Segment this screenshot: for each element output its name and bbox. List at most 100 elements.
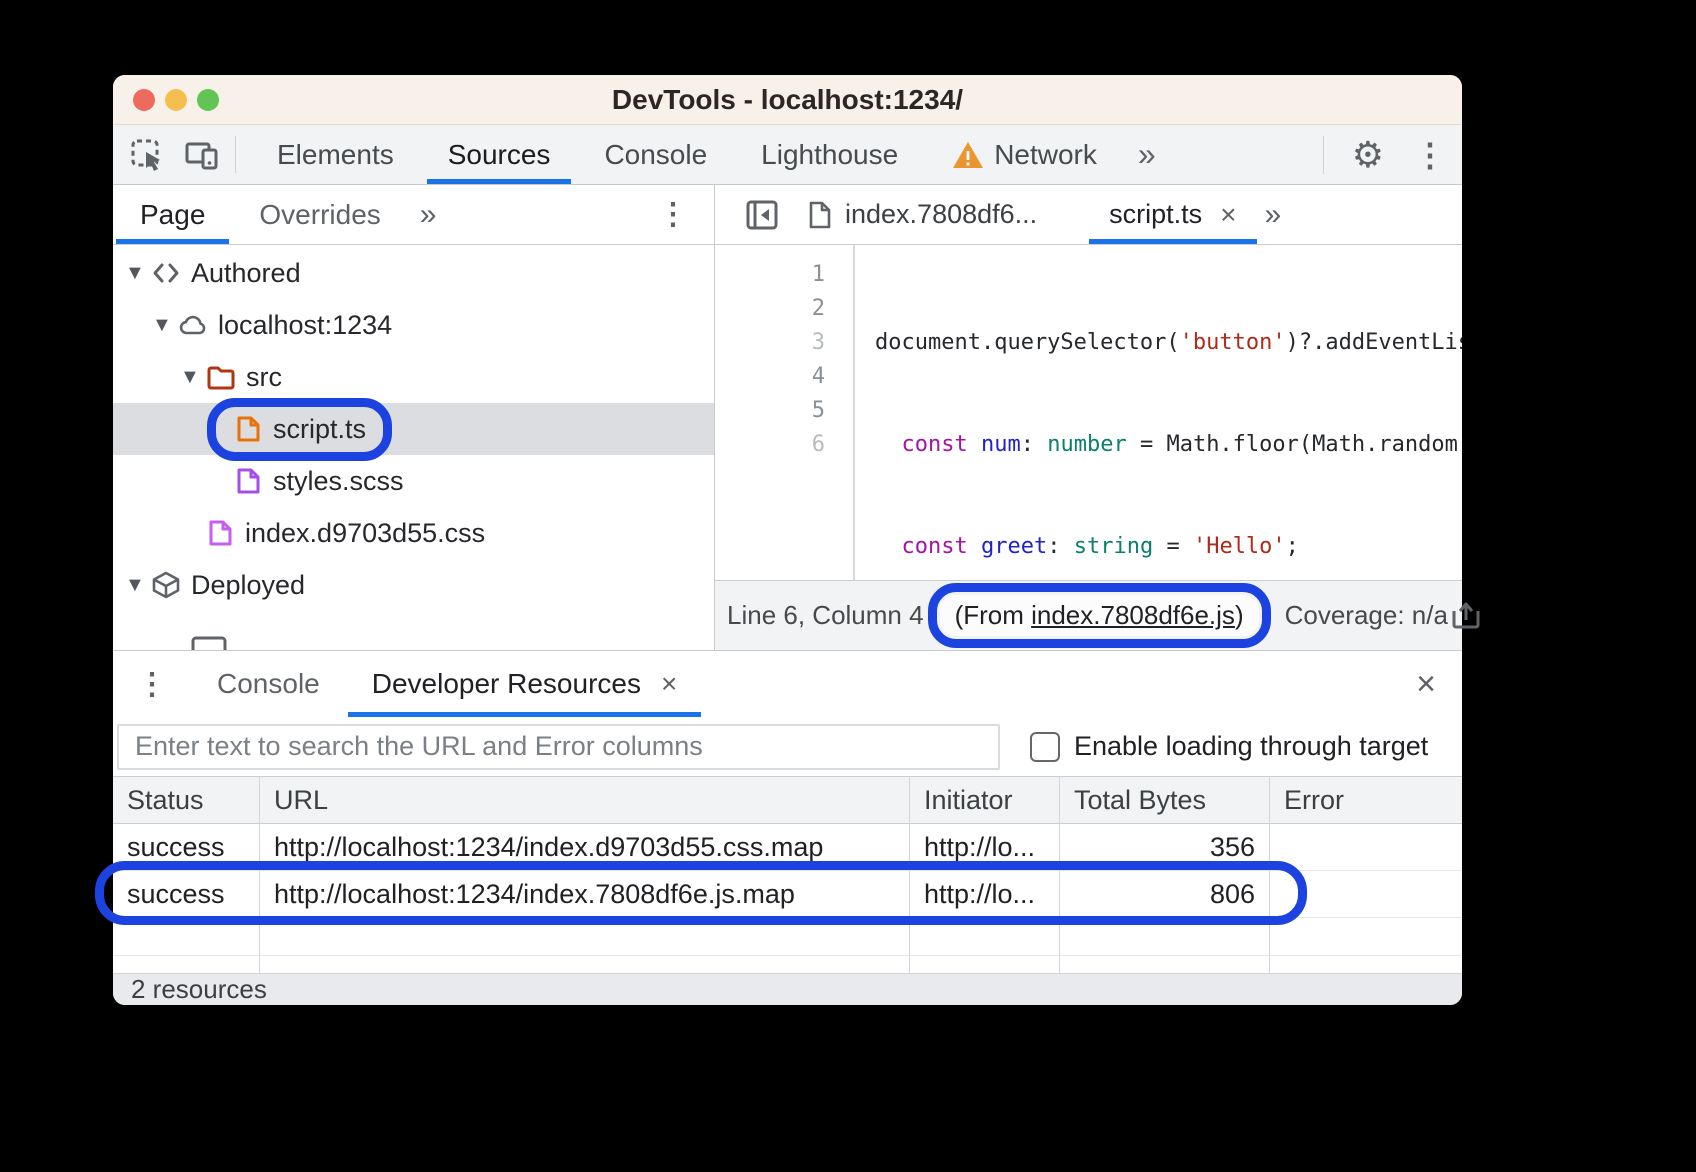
table-cell-total-bytes[interactable]: 356 bbox=[1060, 824, 1270, 871]
line-number[interactable]: 2 bbox=[715, 292, 853, 326]
tree-item-partial bbox=[113, 625, 714, 650]
line-number[interactable]: 3 bbox=[715, 326, 853, 360]
table-filler-cell bbox=[113, 956, 260, 973]
table-cell-error[interactable] bbox=[1270, 871, 1462, 918]
table-cell-url[interactable]: http://localhost:1234/index.7808df6e.js.… bbox=[260, 871, 910, 918]
more-navigator-tabs-button[interactable]: » bbox=[408, 185, 449, 244]
table-cell-url[interactable]: http://localhost:1234/index.d9703d55.css… bbox=[260, 824, 910, 871]
tree-item-label: Deployed bbox=[191, 570, 305, 601]
navigator-tabbar: Page Overrides » ⋮ bbox=[113, 185, 714, 245]
main-menu-kebab-icon[interactable]: ⋮ bbox=[1398, 136, 1462, 174]
code-editor[interactable]: 1 2 3 4 5 6 document.querySelector('butt… bbox=[715, 245, 1462, 580]
tree-item-localhost[interactable]: ▼ localhost:1234 bbox=[113, 299, 714, 351]
tab-page[interactable]: Page bbox=[113, 185, 232, 244]
table-filler-cell bbox=[1270, 956, 1462, 973]
collapse-sidebar-icon[interactable] bbox=[743, 185, 781, 244]
drawer-toolbar: Enable loading through target bbox=[113, 717, 1462, 776]
drawer-tab-developer-resources[interactable]: Developer Resources × bbox=[346, 651, 704, 717]
table-empty-cell bbox=[1270, 918, 1462, 956]
tab-lighthouse[interactable]: Lighthouse bbox=[734, 125, 925, 184]
expander-icon[interactable]: ▼ bbox=[152, 314, 178, 337]
column-header-total-bytes[interactable]: Total Bytes bbox=[1060, 776, 1270, 824]
navigator-sidebar: Page Overrides » ⋮ ▼ Authored ▼ bbox=[113, 185, 715, 650]
sources-panel: Page Overrides » ⋮ ▼ Authored ▼ bbox=[113, 185, 1462, 650]
more-editor-tabs-button[interactable]: » bbox=[1265, 185, 1282, 244]
tree-item-styles-scss[interactable]: styles.scss bbox=[113, 455, 714, 507]
editor-tab-label: script.ts bbox=[1109, 199, 1202, 230]
column-header-initiator[interactable]: Initiator bbox=[910, 776, 1060, 824]
devtools-window: DevTools - localhost:1234/ Elements Sour… bbox=[113, 75, 1462, 1005]
cube-icon bbox=[151, 570, 181, 600]
drawer-kebab-icon[interactable]: ⋮ bbox=[113, 651, 191, 717]
screen-background: DevTools - localhost:1234/ Elements Sour… bbox=[0, 0, 1696, 1172]
column-header-error[interactable]: Error bbox=[1270, 776, 1462, 824]
expander-icon[interactable]: ▼ bbox=[180, 366, 206, 389]
toolbar-divider-right bbox=[1323, 136, 1324, 174]
resource-count-label: 2 resources bbox=[131, 974, 267, 1005]
column-header-url[interactable]: URL bbox=[260, 776, 910, 824]
table-cell-error[interactable] bbox=[1270, 824, 1462, 871]
drawer-footer: 2 resources bbox=[113, 973, 1462, 1005]
more-tabs-button[interactable]: » bbox=[1124, 125, 1170, 184]
expander-icon[interactable]: ▼ bbox=[125, 574, 151, 597]
annotation-ring-from-file: (From index.7808df6e.js) bbox=[928, 583, 1271, 648]
scss-file-icon bbox=[233, 466, 263, 496]
enable-loading-checkbox[interactable] bbox=[1030, 732, 1060, 762]
code-line-3: const greet: string = 'Hello'; bbox=[875, 530, 1462, 564]
close-drawer-icon[interactable]: × bbox=[1416, 651, 1462, 717]
maximize-window-button[interactable] bbox=[197, 89, 219, 111]
expand-panel-icon[interactable] bbox=[1448, 598, 1484, 634]
drawer: ⋮ Console Developer Resources × × Enable… bbox=[113, 650, 1462, 1005]
table-cell-total-bytes[interactable]: 806 bbox=[1060, 871, 1270, 918]
cloud-icon bbox=[178, 310, 208, 340]
main-toolbar: Elements Sources Console Lighthouse Netw… bbox=[113, 125, 1462, 185]
editor-tab-index-js[interactable]: index.7808df6... bbox=[801, 185, 1043, 244]
tab-overrides[interactable]: Overrides bbox=[232, 185, 407, 244]
table-empty-cell bbox=[113, 918, 260, 956]
table-filler-cell bbox=[260, 956, 910, 973]
table-cell-status[interactable]: success bbox=[113, 824, 260, 871]
line-number-gutter[interactable]: 1 2 3 4 5 6 bbox=[715, 245, 855, 580]
table-cell-initiator[interactable]: http://lo... bbox=[910, 871, 1060, 918]
tree-item-label: styles.scss bbox=[273, 466, 404, 497]
tree-item-deployed[interactable]: ▼ Deployed bbox=[113, 559, 714, 611]
tree-item-src[interactable]: ▼ src bbox=[113, 351, 714, 403]
file-tree: ▼ Authored ▼ localhost:1234 ▼ bbox=[113, 245, 714, 650]
editor-tab-script-ts[interactable]: script.ts × bbox=[1103, 185, 1242, 244]
line-number[interactable]: 1 bbox=[715, 258, 853, 292]
tab-network[interactable]: Network bbox=[925, 125, 1124, 184]
close-tab-icon[interactable]: × bbox=[1220, 199, 1236, 231]
file-icon bbox=[807, 200, 833, 230]
sourcemap-file-link[interactable]: index.7808df6e.js bbox=[1031, 600, 1235, 630]
partial-file-icon bbox=[191, 636, 227, 650]
tab-console[interactable]: Console bbox=[577, 125, 734, 184]
line-number[interactable]: 4 bbox=[715, 360, 853, 394]
tree-item-authored[interactable]: ▼ Authored bbox=[113, 247, 714, 299]
tree-item-label: src bbox=[246, 362, 282, 393]
coverage-label: Coverage: n/a bbox=[1285, 600, 1448, 631]
tree-item-label: index.d9703d55.css bbox=[245, 518, 485, 549]
tree-item-script-ts[interactable]: script.ts bbox=[113, 403, 714, 455]
expander-icon[interactable]: ▼ bbox=[125, 262, 151, 285]
column-header-status[interactable]: Status bbox=[113, 776, 260, 824]
close-tab-icon[interactable]: × bbox=[661, 668, 677, 700]
table-empty-cell bbox=[1060, 918, 1270, 956]
search-input[interactable] bbox=[117, 724, 1000, 770]
minimize-window-button[interactable] bbox=[165, 89, 187, 111]
line-number[interactable]: 5 bbox=[715, 394, 853, 428]
device-toolbar-icon[interactable] bbox=[183, 137, 221, 173]
line-number[interactable]: 6 bbox=[715, 428, 853, 462]
traffic-lights bbox=[133, 89, 219, 111]
table-cell-initiator[interactable]: http://lo... bbox=[910, 824, 1060, 871]
navigator-kebab-icon[interactable]: ⋮ bbox=[658, 185, 714, 244]
drawer-tab-console[interactable]: Console bbox=[191, 651, 346, 717]
tab-sources[interactable]: Sources bbox=[421, 125, 578, 184]
tree-item-index-css[interactable]: index.d9703d55.css bbox=[113, 507, 714, 559]
inspect-element-icon[interactable] bbox=[129, 137, 165, 173]
table-cell-status[interactable]: success bbox=[113, 871, 260, 918]
tab-elements[interactable]: Elements bbox=[250, 125, 421, 184]
editor-pane: index.7808df6... script.ts × » 1 2 3 4 5… bbox=[715, 185, 1462, 650]
settings-gear-icon[interactable]: ⚙ bbox=[1338, 134, 1398, 176]
checkbox-label: Enable loading through target bbox=[1074, 731, 1428, 762]
close-window-button[interactable] bbox=[133, 89, 155, 111]
